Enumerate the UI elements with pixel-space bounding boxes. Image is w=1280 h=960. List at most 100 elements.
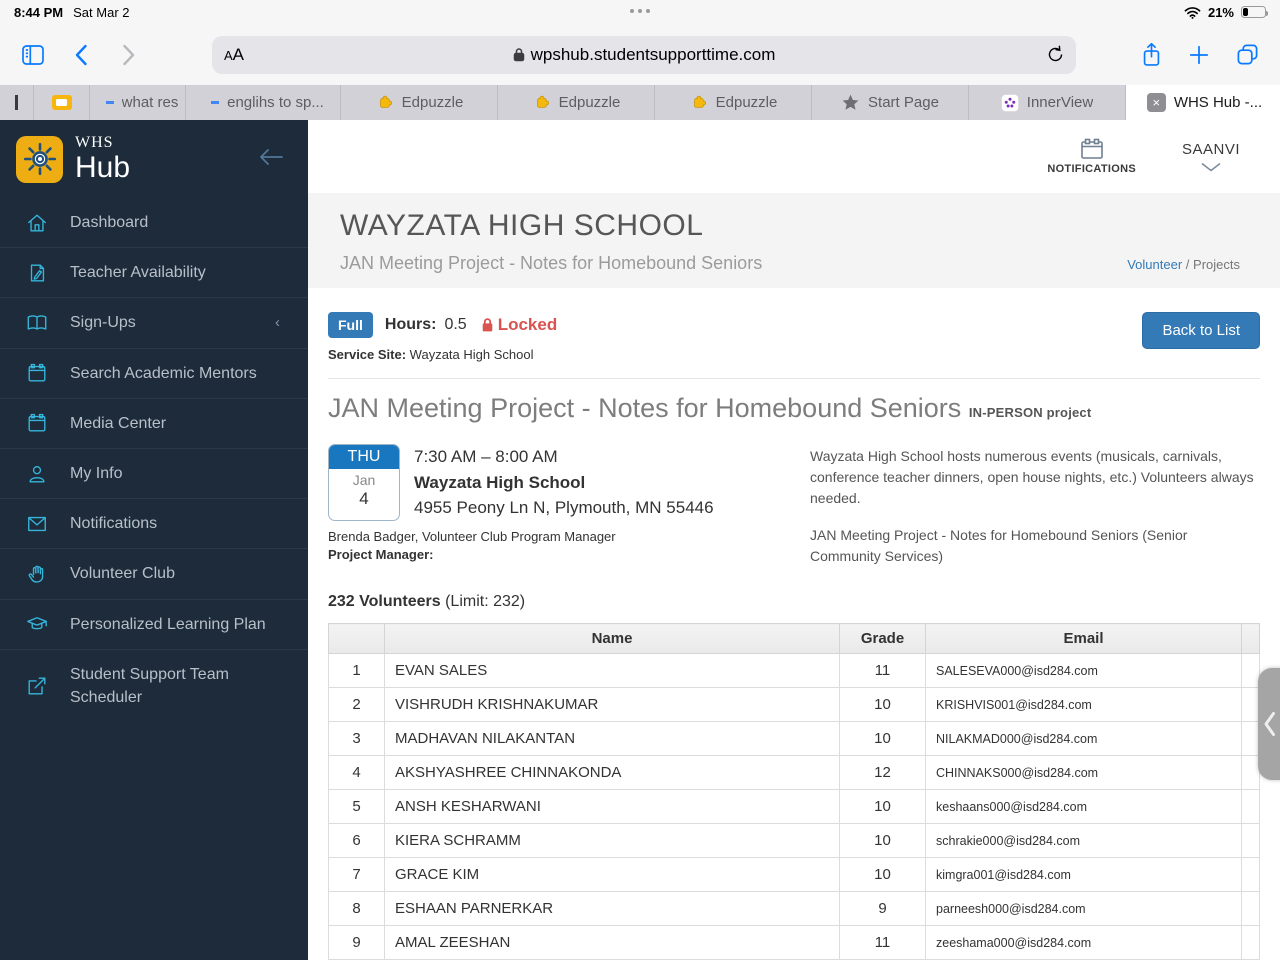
close-tab-icon[interactable]: ×: [1146, 93, 1166, 112]
browser-tab-what-res[interactable]: what res: [90, 85, 186, 120]
volunteers-table: Name Grade Email 1 EVAN SALES 11 SALESEVA00…: [328, 623, 1260, 960]
service-site-line: Service Site: Wayzata High School: [328, 347, 534, 362]
battery-icon: [1241, 6, 1268, 18]
page-header: WAYZATA HIGH SCHOOL JAN Meeting Project …: [308, 193, 1280, 288]
sidebar-item-label: Personalized Learning Plan: [70, 615, 266, 633]
browser-tab-edpuzzle[interactable]: Edpuzzle: [498, 85, 655, 120]
cell-name: VISHRUDH KRISHNAKUMAR: [384, 687, 840, 722]
sidebar-item-sign-ups[interactable]: Sign-Ups ‹: [0, 297, 308, 347]
google-icon: [97, 94, 114, 111]
safari-toolbar: AA wpshub.studentsupporttime.com: [0, 24, 1280, 85]
sidebar-item-label: Volunteer Club: [70, 565, 175, 583]
cell-number: 4: [328, 755, 385, 790]
sidebar-header: WHS Hub: [0, 120, 308, 198]
sidebar-item-student-support-team-scheduler[interactable]: Student Support Team Scheduler: [0, 648, 308, 722]
new-tab-icon[interactable]: [1182, 38, 1216, 72]
chevron-left-icon: ‹: [275, 314, 280, 332]
breadcrumb-volunteer-link[interactable]: Volunteer: [1127, 257, 1182, 272]
chevron-down-icon: [1201, 162, 1221, 172]
project-title: JAN Meeting Project - Notes for Homeboun…: [328, 393, 1092, 423]
page-title: WAYZATA HIGH SCHOOL: [340, 209, 704, 242]
locked-status: Locked: [481, 315, 557, 335]
status-time: 8:44 PM: [14, 4, 64, 20]
cell-number: 3: [328, 721, 385, 756]
cell-number: 6: [328, 823, 385, 858]
page-subtitle: JAN Meeting Project - Notes for Homeboun…: [340, 253, 763, 273]
event-address: 4955 Peony Ln N, Plymouth, MN 55446: [414, 498, 714, 517]
tab-label: englihs to sp...: [227, 94, 324, 111]
browser-tab-innerview[interactable]: InnerView: [969, 85, 1126, 120]
home-icon: [28, 214, 46, 232]
notifications-button[interactable]: NOTIFICATIONS: [1047, 138, 1136, 175]
locked-lock-icon: [482, 318, 493, 332]
cell-grade: 10: [839, 823, 926, 858]
sidebar-item-teacher-availability[interactable]: Teacher Availability: [0, 247, 308, 297]
sidebar-toggle-icon[interactable]: [16, 38, 50, 72]
cell-grade: 10: [839, 687, 926, 722]
col-grade: Grade: [839, 623, 926, 654]
cell-name: ANSH KESHARWANI: [384, 789, 840, 824]
reader-options-button[interactable]: AA: [224, 45, 244, 65]
cell-name: MADHAVAN NILAKANTAN: [384, 721, 840, 756]
cell-name: AKSHYASHREE CHINNAKONDA: [384, 755, 840, 790]
tab-bar: what res englihs to sp... Edpuzzle Edpuzzle…: [0, 85, 1280, 120]
notifications-label: NOTIFICATIONS: [1047, 163, 1136, 175]
star-icon: [842, 94, 859, 110]
sidebar-item-label: Media Center: [70, 414, 167, 432]
refresh-icon[interactable]: [1047, 45, 1064, 64]
browser-tab-edpuzzle[interactable]: Edpuzzle: [655, 85, 812, 120]
graduation-cap-icon: [27, 617, 47, 630]
sidebar-item-dashboard[interactable]: Dashboard: [0, 198, 308, 247]
event-location: Wayzata High School: [414, 472, 586, 492]
table-row: 9 AMAL ZEESHAN 11 zeeshama000@isd284.com: [328, 925, 1260, 960]
project-type-label: IN-PERSON project: [968, 405, 1092, 420]
sidebar-item-media-center[interactable]: Media Center: [0, 397, 308, 448]
table-row: 7 GRACE KIM 10 kimgra001@isd284.com: [328, 857, 1260, 892]
tabs-overview-icon[interactable]: [1230, 38, 1264, 72]
cell-email: parneesh000@isd284.com: [925, 891, 1242, 926]
sidebar-item-my-info[interactable]: My Info: [0, 447, 308, 498]
sidebar-item-volunteer-club[interactable]: Volunteer Club: [0, 548, 308, 598]
browser-tab-0[interactable]: [0, 85, 34, 120]
cell-email: CHINNAKS000@isd284.com: [925, 755, 1242, 790]
col-email: Email: [925, 623, 1242, 654]
slide-over-handle[interactable]: [1258, 668, 1280, 780]
cell-email: schrakie000@isd284.com: [925, 823, 1242, 858]
sidebar-item-personalized-learning-plan[interactable]: Personalized Learning Plan: [0, 598, 308, 649]
hours-value: 0.5: [444, 316, 467, 333]
envelope-icon: [28, 516, 46, 531]
sidebar-collapse-icon[interactable]: [258, 148, 284, 166]
table-header-row: Name Grade Email: [328, 623, 1260, 654]
cell-grade: 11: [839, 653, 926, 688]
sidebar-item-search-academic-mentors[interactable]: Search Academic Mentors: [0, 347, 308, 398]
sidebar-item-label: Sign-Ups: [70, 314, 136, 332]
browser-tab-whs-hub[interactable]: × WHS Hub -...: [1126, 85, 1280, 120]
note-pencil-icon: [30, 264, 45, 282]
back-to-list-button[interactable]: Back to List: [1142, 312, 1260, 349]
browser-tab-start-page[interactable]: Start Page: [812, 85, 969, 120]
calendar-icon: [28, 414, 46, 432]
ios-status-bar: 8:44 PM Sat Mar 2 21%: [0, 0, 1280, 24]
table-row: 5 ANSH KESHARWANI 10 keshaans000@isd284.com: [328, 789, 1260, 824]
cell-grade: 10: [839, 721, 926, 756]
sidebar-item-label: Notifications: [70, 515, 158, 533]
wifi-icon: [1184, 6, 1201, 19]
external-link-icon: [28, 677, 46, 695]
tab-label: Edpuzzle: [401, 94, 464, 111]
cell-name: EVAN SALES: [384, 653, 840, 688]
browser-tab-englihs-to-sp[interactable]: englihs to sp...: [186, 85, 341, 120]
forward-icon[interactable]: [112, 38, 146, 72]
lock-icon: [513, 47, 525, 62]
main-area: NOTIFICATIONS SAANVI WAYZATA HIGH SCHOOL…: [308, 120, 1280, 960]
cell-grade: 10: [839, 789, 926, 824]
whs-hub-logo: [16, 135, 63, 183]
share-icon[interactable]: [1134, 38, 1168, 72]
cell-name: GRACE KIM: [384, 857, 840, 892]
user-menu[interactable]: SAANVI: [1182, 141, 1240, 172]
browser-tab-edpuzzle[interactable]: Edpuzzle: [341, 85, 498, 120]
back-icon[interactable]: [64, 38, 98, 72]
browser-tab-1[interactable]: [34, 85, 90, 120]
sidebar-item-notifications[interactable]: Notifications: [0, 498, 308, 548]
sidebar-item-label: Search Academic Mentors: [70, 364, 257, 382]
address-bar[interactable]: AA wpshub.studentsupporttime.com: [212, 35, 1076, 74]
